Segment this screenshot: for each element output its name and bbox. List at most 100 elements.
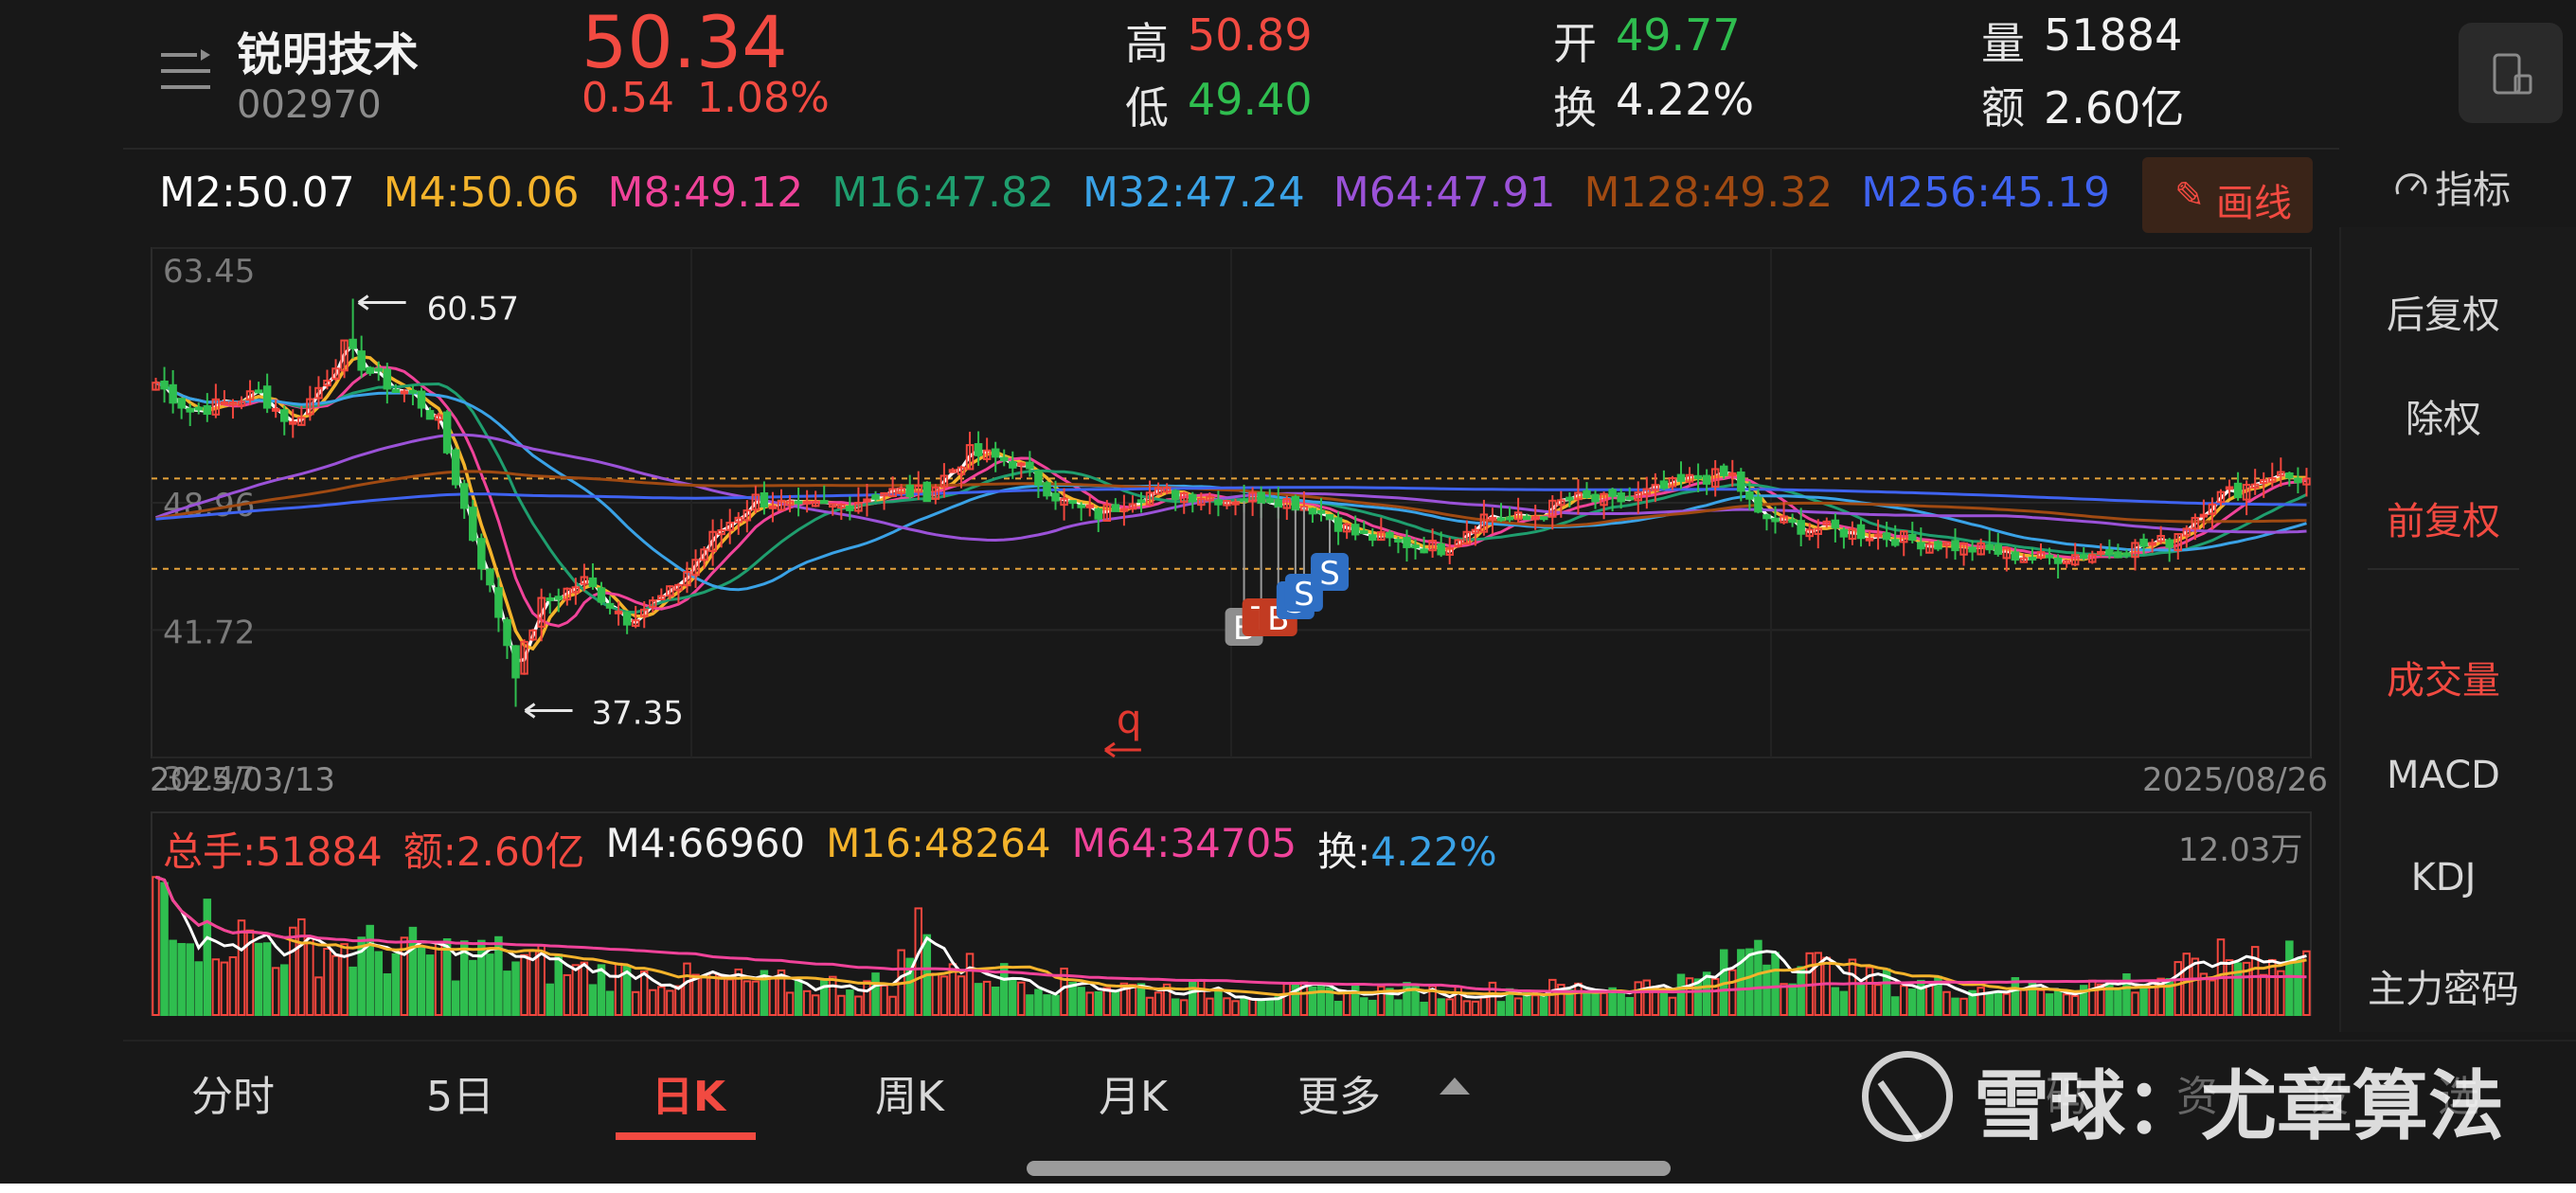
candle-body xyxy=(1265,498,1274,504)
volume-bar xyxy=(211,958,221,1017)
indicator-button[interactable]: 指标 xyxy=(2392,159,2511,214)
volume-bar xyxy=(152,876,160,1016)
volume-bar xyxy=(2191,957,2200,1016)
sidebar-item[interactable]: 除权 xyxy=(2358,388,2529,443)
candle-body xyxy=(1488,516,1497,521)
candle-body xyxy=(974,443,983,456)
volume-amount: 额:2.60亿 xyxy=(402,828,585,875)
candle-body xyxy=(1333,517,1343,532)
volume-bar xyxy=(2225,959,2234,1017)
volume-bar xyxy=(2285,940,2294,1017)
volume-bar xyxy=(880,984,888,1016)
candle-body xyxy=(1505,516,1514,521)
tab-3[interactable]: 周K xyxy=(875,1062,944,1123)
candle-body xyxy=(203,404,212,416)
candle-body xyxy=(1754,496,1762,513)
volume-bar xyxy=(1206,997,1214,1017)
kline-chart[interactable]: 63.4548.9641.7234.47 60.5737.35q BTBSSS xyxy=(0,0,2339,1042)
sidebar-item[interactable]: 主力密码 xyxy=(2358,958,2529,1013)
volume-bar xyxy=(1788,983,1797,1016)
candle-body xyxy=(1659,480,1669,490)
candle-body xyxy=(1676,473,1686,482)
candle-body xyxy=(469,507,477,542)
volume-bar xyxy=(1179,999,1189,1016)
volume-bar xyxy=(674,985,683,1016)
volume-bar xyxy=(708,971,717,1016)
tab-4[interactable]: 月K xyxy=(1099,1062,1168,1123)
active-tab-underline xyxy=(616,1132,756,1140)
candle-body xyxy=(383,368,392,390)
volume-bar xyxy=(1454,986,1463,1017)
volume-bar xyxy=(1479,996,1489,1017)
volume-bar xyxy=(2114,989,2122,1017)
volume-bar xyxy=(829,975,837,1016)
candle-body xyxy=(922,481,932,503)
sidebar-item[interactable]: 后复权 xyxy=(2358,284,2529,339)
volume-bar xyxy=(1403,982,1411,1017)
volume-turnover-label: 换: xyxy=(1317,828,1371,875)
volume-bar xyxy=(186,943,194,1017)
landscape-toggle-button[interactable] xyxy=(2459,23,2563,123)
volume-bar xyxy=(1043,994,1051,1016)
sidebar-item[interactable]: 前复权 xyxy=(2358,490,2529,545)
tab-1[interactable]: 5日 xyxy=(426,1062,494,1123)
tab-0[interactable]: 分时 xyxy=(191,1062,275,1123)
candle-body xyxy=(1496,517,1506,522)
volume-bar xyxy=(1145,996,1154,1016)
candle-body xyxy=(1009,461,1017,469)
candle-body xyxy=(2233,482,2243,499)
volume-bar xyxy=(1231,1000,1240,1017)
candle-body xyxy=(511,645,520,679)
candle-body xyxy=(802,500,812,505)
candle-body xyxy=(1119,507,1129,512)
candle-body xyxy=(289,420,297,425)
candle-body xyxy=(1591,493,1600,503)
candle-body xyxy=(1274,499,1283,508)
volume-bar xyxy=(1745,948,1754,1017)
volume-bar xyxy=(1265,998,1274,1017)
volume-bar xyxy=(1625,997,1634,1016)
volume-bar xyxy=(751,980,760,1016)
volume-bar xyxy=(649,988,657,1016)
volume-bar xyxy=(1899,985,1908,1016)
volume-bar xyxy=(1214,988,1223,1017)
volume-bar xyxy=(1488,981,1497,1017)
candle-body xyxy=(194,406,204,411)
tab-2[interactable]: 日K xyxy=(652,1062,725,1123)
candle-body xyxy=(1085,504,1094,508)
x-start-label: 2025/03/13 xyxy=(150,761,335,799)
candle-body xyxy=(1231,501,1240,506)
candle-body xyxy=(1728,472,1737,476)
app-window: { "header": { "stock_name": "锐明技术", "sto… xyxy=(0,0,2576,1184)
candle-body xyxy=(486,568,494,586)
more-arrow-icon[interactable] xyxy=(1440,1077,1470,1095)
volume-bar xyxy=(2045,993,2054,1017)
sidebar-item[interactable]: KDJ xyxy=(2358,856,2529,899)
candle-body xyxy=(417,390,426,409)
volume-bar xyxy=(349,966,357,1016)
candle-body xyxy=(2114,551,2122,559)
home-indicator[interactable] xyxy=(1027,1161,1671,1176)
sidebar-item[interactable]: 成交量 xyxy=(2358,650,2529,704)
volume-bar xyxy=(666,989,674,1017)
volume-bar xyxy=(1831,987,1840,1016)
volume-bar xyxy=(1111,990,1120,1016)
volume-bar xyxy=(417,946,426,1017)
volume-bar xyxy=(717,975,725,1017)
volume-bar xyxy=(383,973,392,1017)
candle-body xyxy=(451,449,460,486)
volume-bar xyxy=(1154,991,1163,1017)
volume-bar xyxy=(1034,988,1043,1016)
candle-body xyxy=(494,587,503,618)
candle-body xyxy=(1617,492,1625,503)
candle-body xyxy=(477,538,486,570)
sidebar-item[interactable]: MACD xyxy=(2358,754,2529,797)
candle-body xyxy=(2285,472,2294,479)
candle-body xyxy=(177,398,186,409)
candle-body xyxy=(1583,490,1591,499)
candle-body xyxy=(1189,493,1197,503)
candle-body xyxy=(1386,531,1394,539)
volume-bar xyxy=(1009,979,1017,1017)
watermark-text: 雪球：尤章算法 xyxy=(1974,1062,2504,1150)
tab-5[interactable]: 更多 xyxy=(1297,1062,1381,1123)
